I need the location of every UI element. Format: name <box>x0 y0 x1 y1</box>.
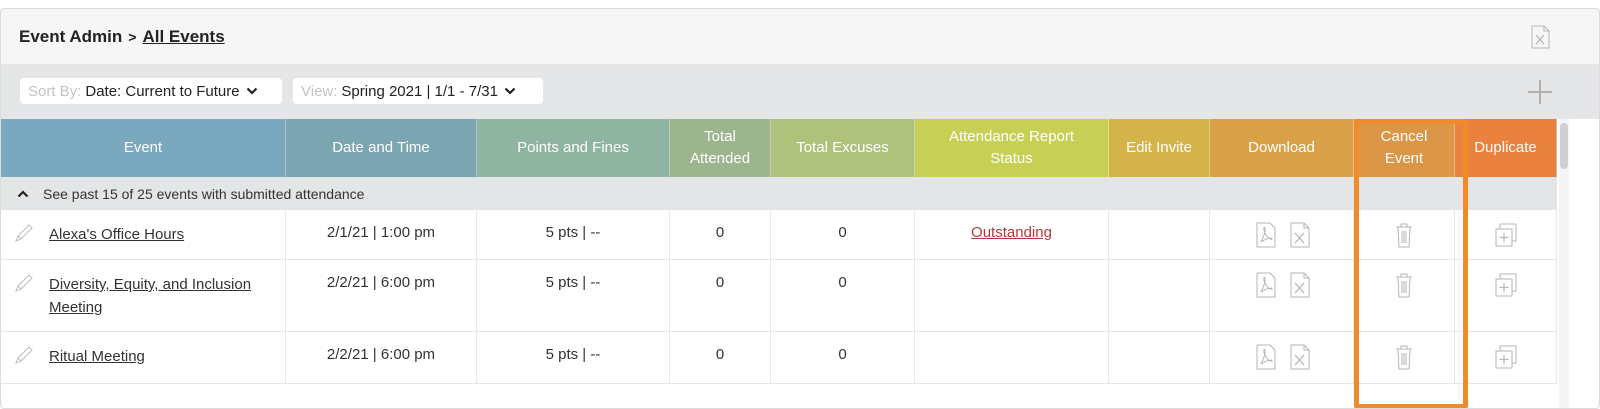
excuses-cell: 0 <box>771 210 915 259</box>
breadcrumb-separator: > <box>128 29 137 45</box>
excuses-text: 0 <box>838 346 847 363</box>
event-name-link[interactable]: Alexa's Office Hours <box>49 224 279 247</box>
datetime-cell: 2/2/21 | 6:00 pm <box>286 332 477 383</box>
pencil-icon[interactable] <box>13 344 35 366</box>
datetime-cell: 2/2/21 | 6:00 pm <box>286 260 477 331</box>
sort-by-placeholder: Sort By: <box>28 82 82 100</box>
column-header-download: Download <box>1210 119 1354 177</box>
duplicate-cell <box>1455 210 1557 259</box>
view-select[interactable]: View: Spring 2021 | 1/1 - 7/31 <box>293 78 543 104</box>
breadcrumb-section: Event Admin <box>19 27 123 46</box>
pdf-icon[interactable] <box>1254 272 1278 298</box>
table-row: Alexa's Office Hours 2/1/21 | 1:00 pm 5 … <box>1 210 1557 260</box>
past-events-label: See past 15 of 25 events with submitted … <box>43 185 365 202</box>
duplicate-icon[interactable] <box>1494 272 1518 298</box>
status-cell <box>915 332 1109 383</box>
toolbar: Sort By: Date: Current to Future View: S… <box>1 65 1599 119</box>
excuses-cell: 0 <box>771 260 915 331</box>
excuses-text: 0 <box>838 274 847 291</box>
column-header-attendance-status: Attendance Report Status <box>915 119 1109 177</box>
points-cell: 5 pts | -- <box>477 210 670 259</box>
column-header-total-excuses: Total Excuses <box>771 119 915 177</box>
breadcrumb: Event Admin > All Events <box>19 27 225 47</box>
datetime-text: 2/2/21 | 6:00 pm <box>326 274 436 291</box>
points-text: 5 pts | -- <box>545 224 601 241</box>
column-header-cancel-event: Cancel Event <box>1354 119 1455 177</box>
column-header-duplicate: Duplicate <box>1455 119 1557 177</box>
view-placeholder: View: <box>301 82 338 100</box>
status-outstanding-link[interactable]: Outstanding <box>971 224 1052 241</box>
points-cell: 5 pts | -- <box>477 260 670 331</box>
download-cell <box>1210 260 1354 331</box>
attended-text: 0 <box>715 274 725 291</box>
duplicate-cell <box>1455 260 1557 331</box>
event-cell: Diversity, Equity, and Inclusion Meeting <box>1 260 286 331</box>
edit-invite-cell <box>1109 260 1210 331</box>
pencil-icon[interactable] <box>13 272 35 294</box>
excel-icon[interactable] <box>1288 222 1312 248</box>
download-cell <box>1210 210 1354 259</box>
excuses-text: 0 <box>838 224 847 241</box>
vertical-scrollbar[interactable] <box>1559 119 1569 408</box>
duplicate-cell <box>1455 332 1557 383</box>
download-cell <box>1210 332 1354 383</box>
chevron-down-icon <box>504 87 516 95</box>
past-events-toggle[interactable]: See past 15 of 25 events with submitted … <box>1 177 1557 210</box>
table-row: Diversity, Equity, and Inclusion Meeting… <box>1 260 1557 332</box>
page-header: Event Admin > All Events <box>1 9 1599 65</box>
scrollbar-thumb[interactable] <box>1560 123 1568 169</box>
status-cell <box>915 260 1109 331</box>
table-header: Event Date and Time Points and Fines Tot… <box>1 119 1599 177</box>
sort-by-value: Date: Current to Future <box>85 82 240 100</box>
datetime-text: 2/1/21 | 1:00 pm <box>326 224 436 241</box>
pencil-icon[interactable] <box>13 222 35 244</box>
excel-icon[interactable] <box>1288 272 1312 298</box>
points-text: 5 pts | -- <box>545 346 601 363</box>
trash-icon[interactable] <box>1392 272 1416 298</box>
event-cell: Alexa's Office Hours <box>1 210 286 259</box>
events-panel: Event Admin > All Events Sort By: Date: Cu… <box>0 8 1600 409</box>
points-text: 5 pts | -- <box>545 274 601 291</box>
pdf-icon[interactable] <box>1254 222 1278 248</box>
status-cell: Outstanding <box>915 210 1109 259</box>
edit-invite-cell <box>1109 210 1210 259</box>
attended-text: 0 <box>715 224 725 241</box>
column-header-event: Event <box>1 119 286 177</box>
points-cell: 5 pts | -- <box>477 332 670 383</box>
event-name-link[interactable]: Diversity, Equity, and Inclusion Meeting <box>49 274 279 319</box>
attended-cell: 0 <box>670 332 771 383</box>
excuses-cell: 0 <box>771 332 915 383</box>
attended-text: 0 <box>715 346 725 363</box>
excel-icon[interactable] <box>1288 344 1312 370</box>
trash-icon[interactable] <box>1392 344 1416 370</box>
event-name-link[interactable]: Ritual Meeting <box>49 346 279 369</box>
pdf-icon[interactable] <box>1254 344 1278 370</box>
attended-cell: 0 <box>670 260 771 331</box>
add-event-icon[interactable] <box>1527 79 1553 105</box>
column-header-points-fines: Points and Fines <box>477 119 670 177</box>
cancel-event-cell <box>1354 210 1455 259</box>
event-cell: Ritual Meeting <box>1 332 286 383</box>
sort-by-select[interactable]: Sort By: Date: Current to Future <box>20 78 282 104</box>
datetime-text: 2/2/21 | 6:00 pm <box>326 346 436 363</box>
cancel-event-cell <box>1354 260 1455 331</box>
duplicate-icon[interactable] <box>1494 344 1518 370</box>
cancel-event-cell <box>1354 332 1455 383</box>
edit-invite-cell <box>1109 332 1210 383</box>
table-row: Ritual Meeting 2/2/21 | 6:00 pm 5 pts | … <box>1 332 1557 384</box>
attended-cell: 0 <box>670 210 771 259</box>
column-header-edit-invite: Edit Invite <box>1109 119 1210 177</box>
breadcrumb-all-events-link[interactable]: All Events <box>142 27 224 46</box>
duplicate-icon[interactable] <box>1494 222 1518 248</box>
view-value: Spring 2021 | 1/1 - 7/31 <box>341 82 498 100</box>
column-header-total-attended: Total Attended <box>670 119 771 177</box>
trash-icon[interactable] <box>1392 222 1416 248</box>
chevron-down-icon <box>246 87 257 95</box>
datetime-cell: 2/1/21 | 1:00 pm <box>286 210 477 259</box>
excel-export-icon[interactable] <box>1529 25 1551 49</box>
column-header-date-time: Date and Time <box>286 119 477 177</box>
caret-up-icon <box>17 189 29 197</box>
